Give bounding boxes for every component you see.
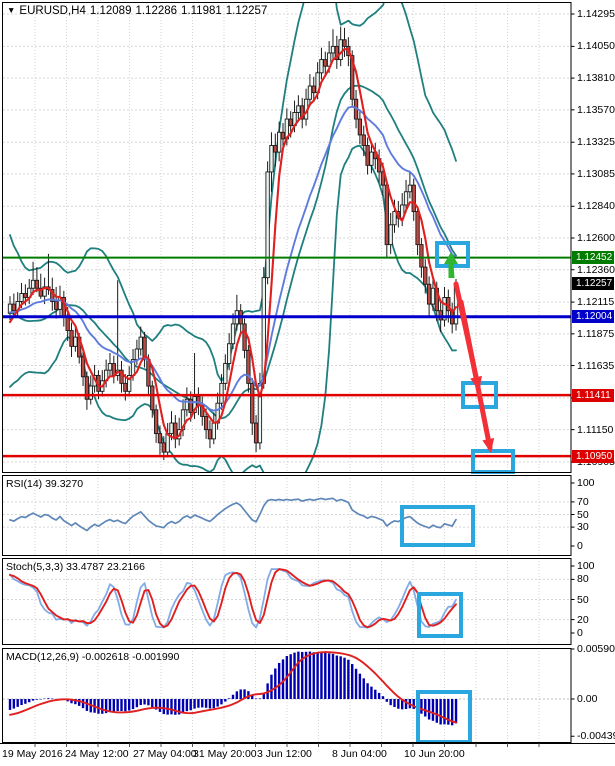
chart-canvas[interactable] (0, 0, 615, 766)
mt4-chart-window: ▼EURUSD,H41.120891.122861.119811.12257 R… (0, 0, 615, 766)
